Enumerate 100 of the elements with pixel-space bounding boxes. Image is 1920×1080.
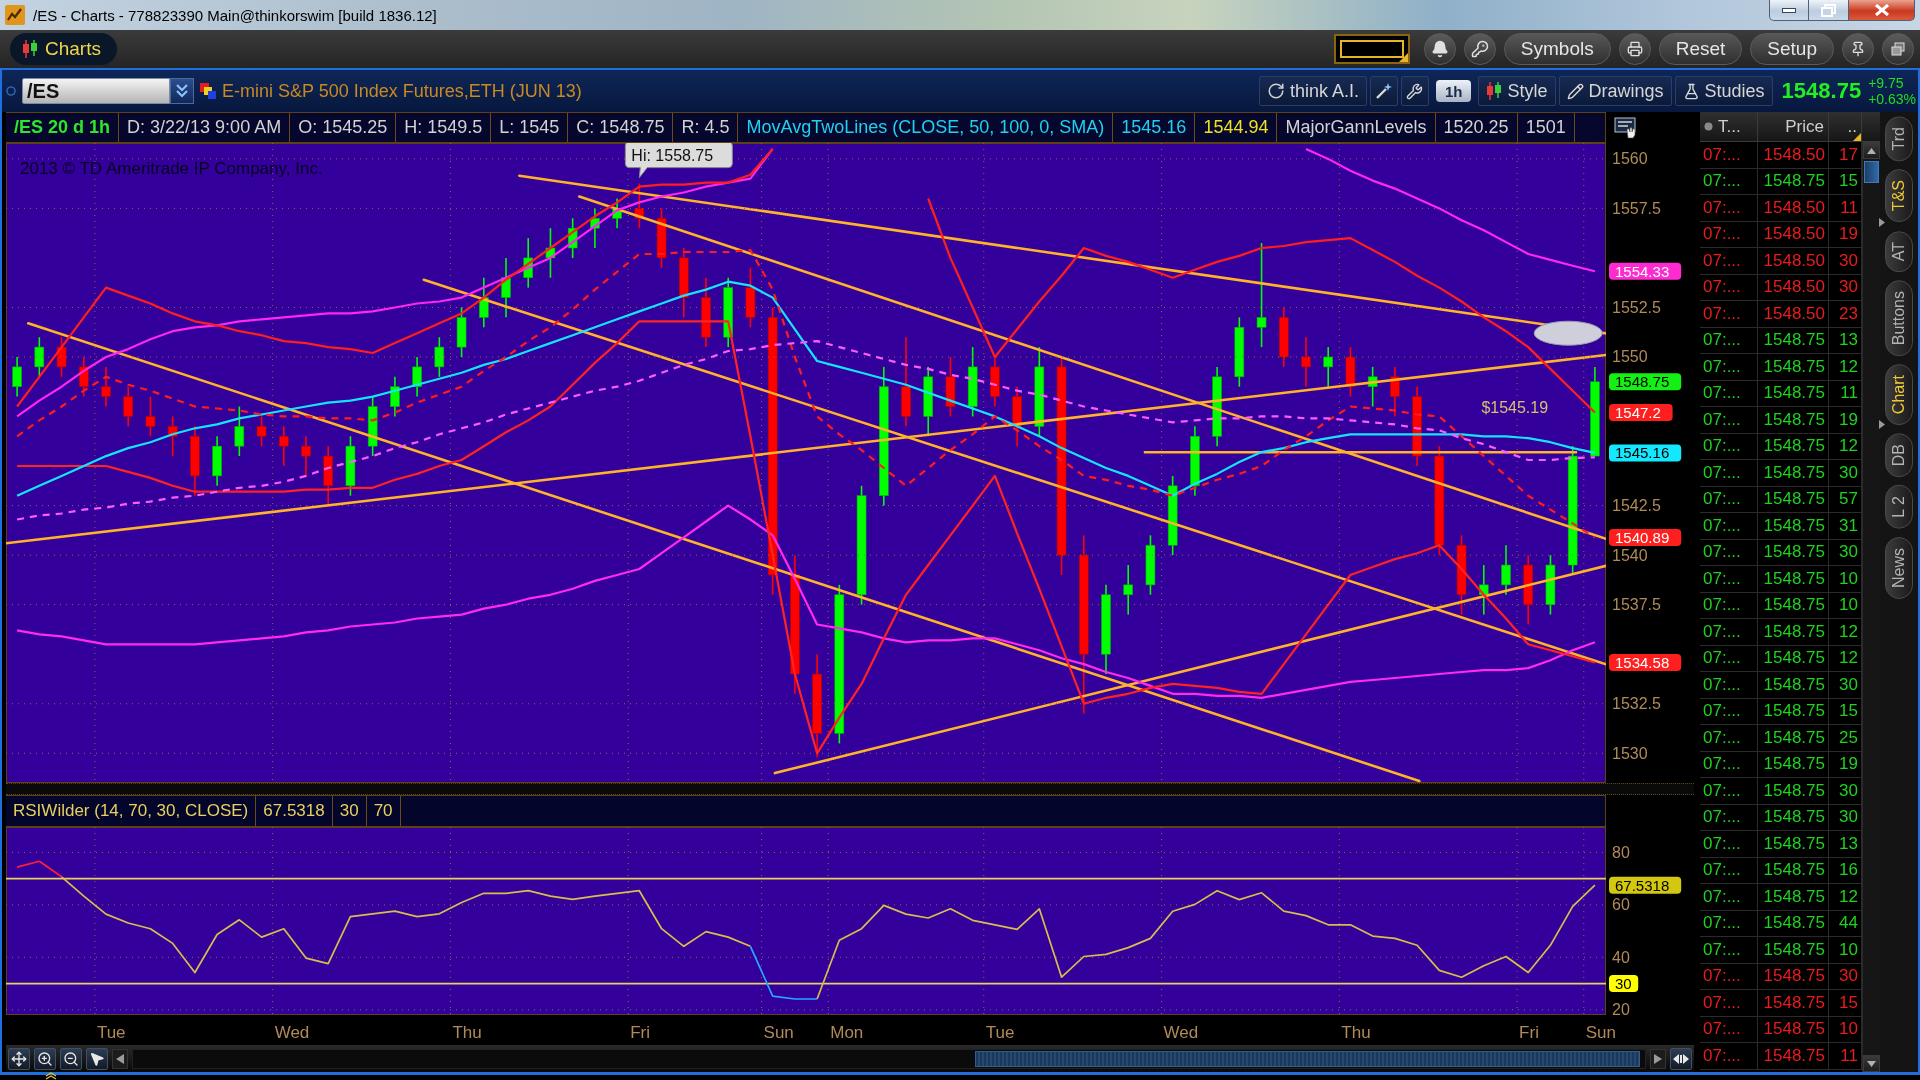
side-tab[interactable]: Chart xyxy=(1885,364,1913,426)
annotation: Hi: 1558.75 xyxy=(631,146,714,164)
candlestick xyxy=(412,356,422,398)
info-value: C: 1548.75 xyxy=(568,113,674,142)
candlestick xyxy=(278,425,289,467)
price-cell: 1548.75 xyxy=(1758,327,1829,354)
symbol-field[interactable]: /ES xyxy=(22,78,170,104)
double-caret-icon xyxy=(176,84,188,98)
scrollbar-track[interactable] xyxy=(1862,142,1880,1072)
pan-button[interactable] xyxy=(8,1047,30,1070)
scroll-up-button[interactable] xyxy=(1863,142,1880,159)
alert-button[interactable] xyxy=(1423,33,1456,65)
detach-button[interactable] xyxy=(1882,33,1914,65)
charts-tab[interactable]: Charts xyxy=(10,33,117,65)
candlestick-icon xyxy=(1486,82,1503,100)
time-cell: 07:... xyxy=(1700,751,1758,778)
pointer-triangle-icon xyxy=(1879,420,1885,430)
restore-icon xyxy=(1821,3,1836,17)
candlestick xyxy=(1545,554,1556,616)
price-cell: 1548.75 xyxy=(1758,1016,1829,1043)
side-tab[interactable]: AT xyxy=(1885,230,1913,272)
price-cell: 1548.75 xyxy=(1758,831,1829,858)
reset-button[interactable]: Reset xyxy=(1658,33,1743,65)
wrench-button[interactable] xyxy=(1400,76,1429,106)
scroll-down-button[interactable] xyxy=(1863,1055,1880,1072)
time-cell: 07:... xyxy=(1700,142,1758,169)
side-tab[interactable]: Buttons xyxy=(1885,279,1913,357)
candlestick xyxy=(590,207,600,249)
minimize-button[interactable] xyxy=(1769,0,1809,21)
close-button[interactable] xyxy=(1849,0,1915,21)
time-cell: 07:... xyxy=(1700,407,1758,434)
price-cell: 1548.50 xyxy=(1758,195,1829,222)
candlestick xyxy=(345,435,356,497)
zoom-out-button[interactable] xyxy=(60,1047,82,1070)
scroll-right-button[interactable] xyxy=(1650,1048,1666,1069)
time-cell: 07:... xyxy=(1700,566,1758,593)
symbols-button[interactable]: Symbols xyxy=(1503,33,1611,65)
scrollbar-track[interactable] xyxy=(132,1048,1646,1069)
left-arrow-icon xyxy=(116,1053,124,1064)
time-cell: 07:... xyxy=(1700,698,1758,725)
candlestick xyxy=(478,276,489,329)
price-badge: 1554.33 xyxy=(1609,262,1682,280)
print-button[interactable] xyxy=(1618,33,1651,65)
candlestick xyxy=(323,445,334,507)
column-header[interactable]: Price xyxy=(1785,116,1824,137)
candlestick xyxy=(612,197,622,229)
pin-button[interactable] xyxy=(1842,33,1874,65)
price-cell: 1548.75 xyxy=(1758,513,1829,540)
price-cell: 1548.75 xyxy=(1758,778,1829,805)
scroll-left-button[interactable] xyxy=(112,1048,128,1069)
color-box-button[interactable] xyxy=(1333,34,1410,64)
info-value: O: 1545.25 xyxy=(290,113,397,142)
candlestick xyxy=(434,336,445,378)
candlestick xyxy=(101,366,111,408)
key-button[interactable] xyxy=(1463,33,1496,65)
style-button[interactable]: Style xyxy=(1478,76,1556,106)
dropdown-button[interactable] xyxy=(170,78,194,104)
candlestick xyxy=(1301,336,1311,388)
scrollbar-thumb[interactable] xyxy=(1864,161,1879,183)
side-tab[interactable]: L 2 xyxy=(1885,485,1913,530)
price-cell: 1548.75 xyxy=(1758,1043,1829,1070)
price-cell: 1548.75 xyxy=(1758,380,1829,407)
expand-chevron-icon[interactable] xyxy=(44,1072,58,1080)
ellipse-marker xyxy=(1533,320,1603,346)
scrollbar-thumb[interactable] xyxy=(975,1050,1641,1067)
time-cell: 07:... xyxy=(1700,301,1758,328)
rsi-axis-label: 20 xyxy=(1612,1001,1630,1019)
restore-button[interactable] xyxy=(1809,0,1849,21)
side-tab[interactable]: T&S xyxy=(1885,169,1913,223)
setup-button[interactable]: Setup xyxy=(1750,33,1834,65)
zoom-in-button[interactable] xyxy=(34,1047,56,1070)
time-cell: 07:... xyxy=(1700,274,1758,301)
think-ai-button[interactable]: think A.I. xyxy=(1258,76,1367,106)
column-header[interactable]: .. xyxy=(1847,116,1857,137)
time-axis-label: Mon xyxy=(830,1023,864,1042)
price-change: +9.75 xyxy=(1868,75,1905,91)
candlestick xyxy=(523,237,533,289)
studies-button[interactable]: Studies xyxy=(1674,76,1773,106)
time-cell: 07:... xyxy=(1700,990,1758,1017)
price-cell: 1548.75 xyxy=(1758,354,1829,381)
wand-button[interactable] xyxy=(1369,76,1398,106)
column-header[interactable]: T... xyxy=(1718,116,1741,137)
copyright-notice: 2013 © TD Ameritrade IP Company, Inc. xyxy=(20,159,323,178)
pointer-button[interactable] xyxy=(86,1047,108,1070)
drawings-button[interactable]: Drawings xyxy=(1558,76,1672,106)
chart-settings-icon[interactable] xyxy=(1614,116,1638,139)
side-tab[interactable]: News xyxy=(1885,537,1913,600)
side-tab[interactable]: Trd xyxy=(1885,116,1913,162)
corner-triangle-icon xyxy=(1398,53,1408,62)
chart-symbol-label: /ES 20 d 1h xyxy=(6,113,120,142)
info-value: MovAvgTwoLines (CLOSE, 50, 100, 0, SMA) xyxy=(738,113,1114,142)
info-value: 1545.16 xyxy=(1113,113,1196,142)
side-tab[interactable]: DB xyxy=(1885,433,1913,478)
fit-button[interactable] xyxy=(1670,1047,1692,1070)
timeframe-button[interactable]: 1h xyxy=(1435,80,1472,102)
time-cell: 07:... xyxy=(1700,1016,1758,1043)
candlestick xyxy=(656,207,667,269)
candlestick xyxy=(56,336,67,378)
price-axis-label: 1560 xyxy=(1612,150,1648,168)
price-axis-label: 1537.5 xyxy=(1612,596,1661,614)
